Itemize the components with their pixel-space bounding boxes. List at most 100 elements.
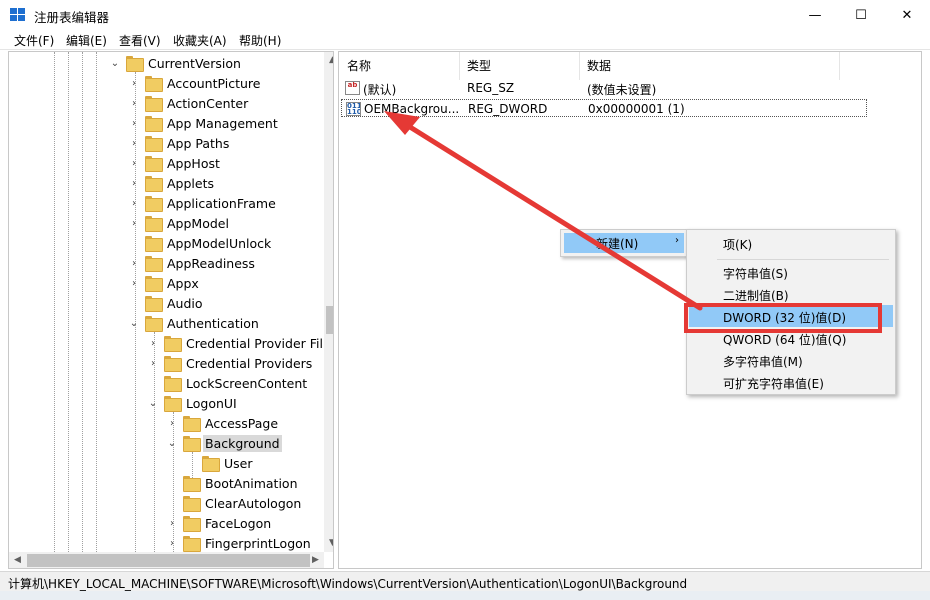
tree-node[interactable]: ⌄ LogonUI [147, 393, 239, 413]
tree-node[interactable]: › AccountPicture [128, 73, 262, 93]
close-button[interactable]: ✕ [884, 0, 930, 30]
collapse-chevron-right-icon[interactable]: › [128, 218, 140, 229]
minimize-button[interactable]: — [792, 0, 838, 30]
collapse-chevron-right-icon[interactable]: › [166, 538, 178, 549]
expand-chevron-down-icon[interactable]: ⌄ [109, 58, 121, 69]
expand-chevron-down-icon[interactable]: ⌄ [147, 398, 159, 409]
tree-node-label: App Management [167, 115, 278, 131]
submenu-item-string[interactable]: 字符串值(S) [689, 261, 893, 283]
tree-horizontal-scrollbar[interactable]: ◀ ▶ [9, 552, 324, 568]
scroll-up-arrow-icon[interactable]: ▲ [324, 52, 333, 69]
tree-node[interactable]: ⌄ Background [166, 433, 282, 453]
menu-bar: 文件(F) 编辑(E) 查看(V) 收藏夹(A) 帮助(H) [0, 30, 930, 50]
folder-icon [145, 96, 163, 112]
tree-node[interactable]: BootAnimation [166, 473, 300, 493]
submenu-item-binary[interactable]: 二进制值(B) [689, 283, 893, 305]
expand-chevron-down-icon[interactable]: ⌄ [166, 438, 178, 449]
tree-node-label: Background [203, 434, 282, 452]
submenu-item-multi-string[interactable]: 多字符串值(M) [689, 349, 893, 371]
folder-icon [164, 396, 182, 412]
tree-node[interactable]: › Appx [128, 273, 201, 293]
collapse-chevron-right-icon[interactable]: › [128, 278, 140, 289]
column-separator[interactable] [839, 52, 840, 80]
tree-node[interactable]: › App Paths [128, 133, 231, 153]
value-data: (数值未设置) [587, 83, 657, 97]
column-header-type[interactable]: 类型 [467, 57, 491, 74]
menu-edit[interactable]: 编辑(E) [66, 32, 107, 49]
tree-node[interactable]: ClearAutologon [166, 493, 303, 513]
tree-node[interactable]: › FingerprintLogon [166, 533, 313, 553]
column-header-name[interactable]: 名称 [347, 57, 371, 74]
tree-node[interactable]: › Credential Provider Fil [147, 333, 325, 353]
submenu-item-expandable-string[interactable]: 可扩充字符串值(E) [689, 371, 893, 393]
tree-node[interactable]: › AppHost [128, 153, 222, 173]
tree-node-label: AccessPage [205, 415, 279, 431]
menu-view[interactable]: 查看(V) [119, 32, 161, 49]
value-row-oembackground[interactable]: 011 110 OEMBackgrou... REG_DWORD 0x000000… [341, 99, 867, 117]
collapse-chevron-right-icon[interactable]: › [128, 118, 140, 129]
collapse-chevron-right-icon[interactable]: › [128, 138, 140, 149]
value-name: OEMBackgrou... [364, 102, 460, 116]
column-separator[interactable] [579, 52, 580, 80]
folder-icon [164, 376, 182, 392]
tree-node[interactable]: › AppModel [128, 213, 231, 233]
tree-node[interactable]: › FaceLogon [166, 513, 273, 533]
folder-icon [145, 156, 163, 172]
tree-node[interactable]: › Credential Providers [147, 353, 314, 373]
menu-help[interactable]: 帮助(H) [239, 32, 281, 49]
collapse-chevron-right-icon[interactable]: › [166, 518, 178, 529]
submenu-arrow-icon: › [675, 235, 679, 246]
collapse-chevron-right-icon[interactable]: › [128, 258, 140, 269]
tree-node-label: Applets [167, 175, 214, 191]
folder-icon [145, 196, 163, 212]
submenu-item-key[interactable]: 项(K) [689, 232, 893, 254]
tree-node-label: App Paths [167, 135, 230, 151]
collapse-chevron-right-icon[interactable]: › [128, 178, 140, 189]
collapse-chevron-right-icon[interactable]: › [128, 198, 140, 209]
menu-file[interactable]: 文件(F) [14, 32, 54, 49]
context-menu-new[interactable]: 新建(N) [596, 235, 638, 252]
collapse-chevron-right-icon[interactable]: › [147, 358, 159, 369]
folder-icon [183, 536, 201, 552]
tree-node[interactable]: LockScreenContent [147, 373, 309, 393]
tree-guide-line [68, 52, 69, 552]
collapse-chevron-right-icon[interactable]: › [128, 98, 140, 109]
menu-favorites[interactable]: 收藏夹(A) [173, 32, 227, 49]
tree-node[interactable]: AppModelUnlock [128, 233, 273, 253]
folder-icon [145, 216, 163, 232]
tree-node[interactable]: ⌄ CurrentVersion [109, 53, 243, 73]
scroll-down-arrow-icon[interactable]: ▼ [324, 535, 333, 552]
expand-chevron-down-icon[interactable]: ⌄ [128, 318, 140, 329]
folder-icon [183, 436, 201, 452]
scroll-right-arrow-icon[interactable]: ▶ [307, 552, 324, 568]
tree-node[interactable]: › Applets [128, 173, 216, 193]
tree-node[interactable]: Audio [128, 293, 205, 313]
maximize-button[interactable]: ☐ [838, 0, 884, 30]
tree-node[interactable]: ⌄ Authentication [128, 313, 261, 333]
tree-vertical-scroll-thumb[interactable] [326, 306, 333, 334]
scroll-left-arrow-icon[interactable]: ◀ [9, 552, 26, 568]
tree-node[interactable]: › AppReadiness [128, 253, 257, 273]
collapse-chevron-right-icon[interactable]: › [128, 78, 140, 89]
tree-node[interactable]: User [185, 453, 255, 473]
tree-horizontal-scroll-thumb[interactable] [27, 554, 310, 567]
collapse-chevron-right-icon[interactable]: › [128, 158, 140, 169]
tree-vertical-scrollbar[interactable]: ▲ ▼ [324, 52, 333, 552]
collapse-chevron-right-icon[interactable]: › [166, 418, 178, 429]
value-row-default[interactable]: ab (默认) REG_SZ (数值未设置) [341, 79, 867, 97]
tree-guide-line [96, 52, 97, 552]
tree-node-label: Appx [167, 275, 199, 291]
tree-node[interactable]: › ApplicationFrame [128, 193, 278, 213]
folder-icon [183, 516, 201, 532]
folder-icon [145, 116, 163, 132]
tree-node[interactable]: › AccessPage [166, 413, 280, 433]
column-header-data[interactable]: 数据 [587, 57, 611, 74]
tree-node-label: AppModelUnlock [167, 235, 272, 251]
registry-key-tree[interactable]: ⌄ CurrentVersion › AccountPicture › ActionCen… [8, 51, 334, 569]
tree-node[interactable]: › ActionCenter [128, 93, 250, 113]
tree-node[interactable]: › App Management [128, 113, 280, 133]
registry-path: 计算机\HKEY_LOCAL_MACHINE\SOFTWARE\Microsof… [8, 577, 688, 591]
context-menu: 新建(N) › [560, 229, 688, 257]
collapse-chevron-right-icon[interactable]: › [147, 338, 159, 349]
column-separator[interactable] [459, 52, 460, 80]
